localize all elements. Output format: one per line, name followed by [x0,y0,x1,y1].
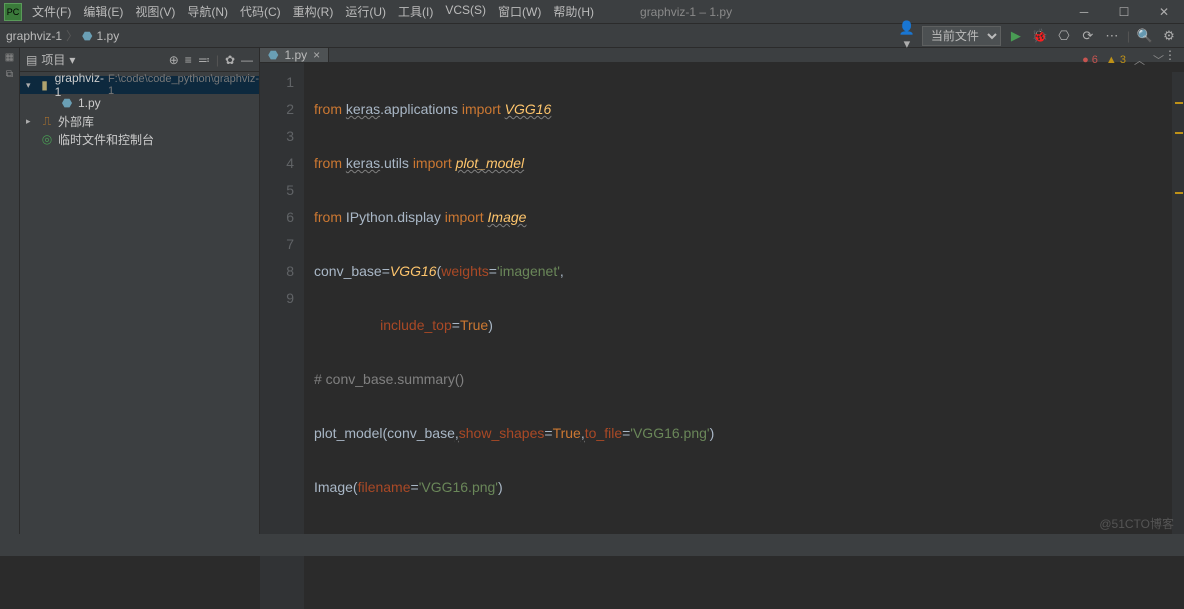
collapse-all-icon[interactable]: ≕ [198,53,210,67]
run-button[interactable]: ▶ [1007,28,1025,44]
search-icon[interactable]: 🔍 [1136,28,1154,44]
run-config-select[interactable]: 当前文件 [922,26,1001,46]
sidebar-title: ▤ 项目 ▾ [26,51,75,68]
profile-button[interactable]: ⟳ [1079,28,1097,44]
error-stripe[interactable] [1172,72,1184,534]
scratch-icon: ◎ [40,132,54,146]
project-tree: ▾▮ graphviz-1 F:\code\code_python\graphv… [20,72,259,152]
breadcrumb-project[interactable]: graphviz-1 [6,29,62,43]
menu-navigate[interactable]: 导航(N) [181,3,234,20]
project-tool-icon[interactable]: ▦ [5,52,14,63]
menu-vcs[interactable]: VCS(S) [439,3,492,20]
navbar: graphviz-1 〉 ⬣ 1.py 👤▾ 当前文件 ▶ 🐞 ⎔ ⟳ ⋯ | … [0,24,1184,48]
editor-tabs: ⬣ 1.py × ⋮ [260,48,1184,63]
tree-external-libs[interactable]: ▸⎍ 外部库 [20,112,259,130]
settings-icon[interactable]: ⚙ [1160,28,1178,44]
editor: ⬣ 1.py × ⋮ ● 6 ▲ 3 ︿ ﹀ 123 456 789 from … [260,48,1184,534]
breadcrumb-file[interactable]: 1.py [97,29,120,43]
menu-refactor[interactable]: 重构(R) [287,3,340,20]
line-gutter: 123 456 789 [260,63,304,609]
watermark: @51CTO博客 [1099,515,1174,532]
python-file-icon: ⬣ [60,96,74,110]
menu-help[interactable]: 帮助(H) [547,3,600,20]
library-icon: ⎍ [40,114,54,129]
menu-code[interactable]: 代码(C) [234,3,287,20]
main-menu: 文件(F) 编辑(E) 视图(V) 导航(N) 代码(C) 重构(R) 运行(U… [26,3,600,20]
python-file-icon: ⬣ [82,29,92,43]
user-icon[interactable]: 👤▾ [898,20,916,52]
chevron-right-icon: 〉 [66,27,78,44]
tree-scratches[interactable]: ◎ 临时文件和控制台 [20,130,259,148]
settings-gear-icon[interactable]: ✿ [225,53,235,67]
menu-tools[interactable]: 工具(I) [392,3,439,20]
menu-edit[interactable]: 编辑(E) [77,3,129,20]
window-title: graphviz-1 – 1.py [600,5,1064,19]
folder-icon: ▮ [39,78,51,92]
debug-button[interactable]: 🐞 [1031,28,1049,44]
select-opened-icon[interactable]: ⊕ [169,53,179,67]
tab-label: 1.py [284,48,307,62]
menu-view[interactable]: 视图(V) [129,3,181,20]
code-content[interactable]: from keras.applications import VGG16 fro… [304,63,1184,609]
tab-file[interactable]: ⬣ 1.py × [260,48,329,62]
hide-panel-icon[interactable]: — [241,53,253,67]
tab-close-icon[interactable]: × [313,48,320,62]
coverage-button[interactable]: ⎔ [1055,28,1073,44]
structure-tool-icon[interactable]: ⧉ [6,69,13,80]
left-tool-strip: ▦ ⧉ [0,48,20,534]
code-area[interactable]: 123 456 789 from keras.applications impo… [260,63,1184,609]
app-icon: PC [4,3,22,21]
python-file-icon: ⬣ [268,48,278,62]
breadcrumb: graphviz-1 〉 ⬣ 1.py [6,27,119,44]
more-run-icon[interactable]: ⋯ [1103,28,1121,44]
tree-root[interactable]: ▾▮ graphviz-1 F:\code\code_python\graphv… [20,76,259,94]
project-sidebar: ▤ 项目 ▾ ⊕ ≡ ≕ | ✿ — ▾▮ graphviz-1 F:\code… [20,48,260,534]
menu-run[interactable]: 运行(U) [339,3,392,20]
expand-all-icon[interactable]: ≡ [185,53,192,67]
menu-file[interactable]: 文件(F) [26,3,77,20]
status-bar [0,534,1184,556]
menu-window[interactable]: 窗口(W) [492,3,547,20]
